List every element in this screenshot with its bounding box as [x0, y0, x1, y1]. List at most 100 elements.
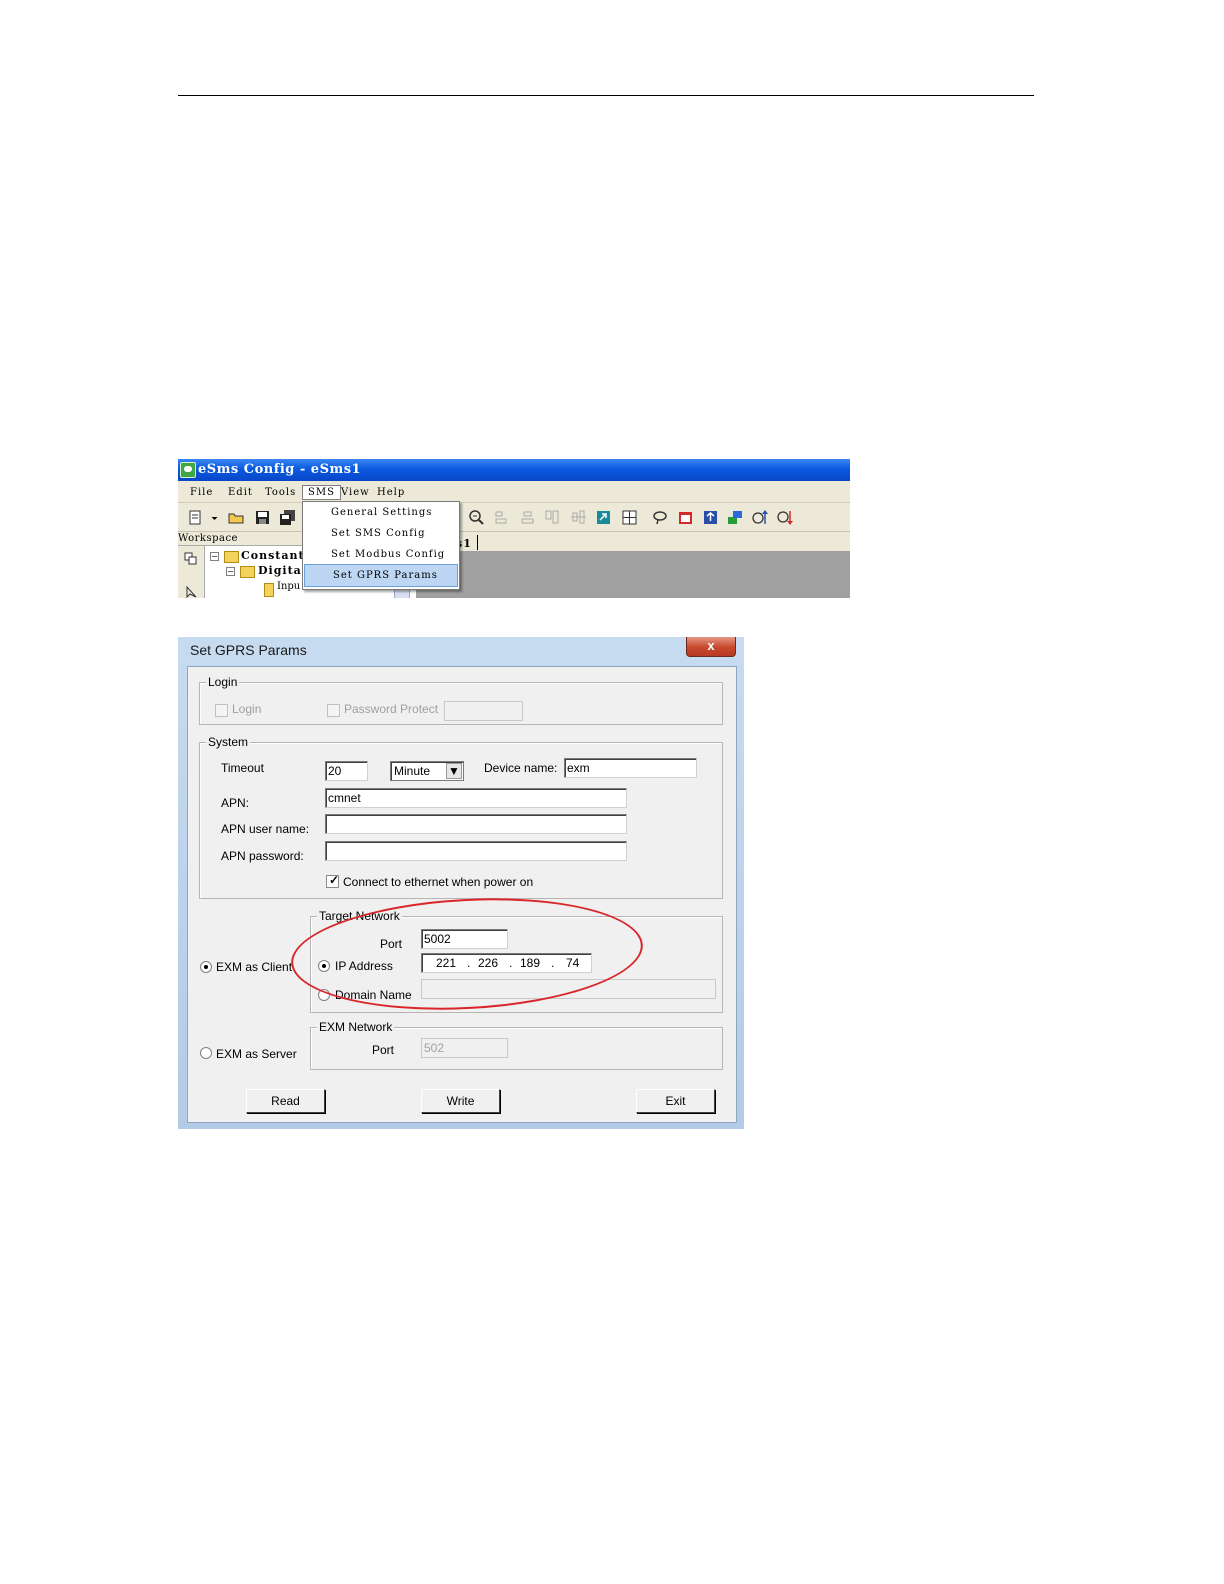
timeout-input[interactable]: 20 — [325, 761, 368, 781]
apn-user-name-input[interactable] — [325, 814, 627, 834]
grid-icon[interactable] — [621, 509, 638, 526]
menu-sms[interactable]: SMS — [302, 485, 341, 500]
collapse-icon[interactable]: − — [210, 552, 219, 561]
read-button[interactable]: Read — [246, 1089, 325, 1113]
system-group-title: System — [206, 735, 251, 749]
zoom-out-icon[interactable] — [468, 509, 485, 526]
radio-dot — [322, 964, 326, 968]
password-protect-label: Password Protect — [344, 702, 439, 716]
login-group-title: Login — [206, 675, 240, 689]
apn-password-input[interactable] — [325, 841, 627, 861]
chevron-down-icon[interactable]: ▼ — [446, 763, 462, 779]
apn-user-name-label: APN user name: — [221, 822, 310, 836]
password-field[interactable] — [444, 701, 523, 721]
document-area — [416, 551, 850, 598]
set-gprs-params-screenshot: Set GPRS Params x Login Login Password P… — [178, 637, 744, 1129]
menu-item-set-modbus-config[interactable]: Set Modbus Config — [303, 544, 459, 565]
input-node-icon — [264, 583, 274, 597]
save-all-icon[interactable] — [279, 509, 296, 526]
esms-config-menu-screenshot: eSms Config - eSms1 File Edit Tools SMS … — [178, 459, 850, 598]
apn-input[interactable]: cmnet — [325, 788, 627, 808]
checkmark-icon: ✓ — [329, 873, 340, 887]
exm-port-input[interactable]: 502 — [421, 1038, 508, 1058]
tree-node-constant[interactable]: Constant — [241, 549, 305, 562]
dropdown-arrow-icon[interactable] — [206, 509, 218, 526]
device-name-label: Device name: — [484, 761, 558, 775]
ip-address-input[interactable]: 221 . 226 . 189 . 74 — [421, 953, 592, 973]
align-left-icon[interactable] — [494, 509, 511, 526]
align-center-icon[interactable] — [519, 509, 536, 526]
menu-edit[interactable]: Edit — [228, 487, 253, 498]
exm-server-label: EXM as Server — [216, 1047, 297, 1061]
close-button[interactable]: x — [686, 637, 736, 657]
window-titlebar: eSms Config - eSms1 — [178, 459, 850, 481]
timeout-label: Timeout — [221, 761, 264, 775]
calendar-icon[interactable] — [677, 509, 694, 526]
exm-client-label: EXM as Client — [216, 960, 293, 974]
message-icon[interactable] — [652, 509, 669, 526]
write-button[interactable]: Write — [421, 1089, 500, 1113]
exm-port-label: Port — [372, 1043, 395, 1057]
domain-name-input[interactable] — [421, 979, 716, 999]
target-network-title: Target Network — [317, 909, 402, 923]
tree-node-digital[interactable]: Digita — [258, 564, 302, 577]
window-title: eSms Config - eSms1 — [198, 462, 362, 477]
ip-octet-3: 189 — [520, 956, 541, 970]
document-tab-strip — [416, 533, 850, 551]
folder-icon — [224, 551, 239, 563]
export-icon[interactable] — [595, 509, 612, 526]
menu-view[interactable]: View — [341, 487, 370, 498]
ip-octet-1: 221 — [436, 956, 457, 970]
menu-item-general-settings[interactable]: General Settings — [303, 502, 459, 523]
align-middle-icon[interactable] — [570, 509, 587, 526]
copy-icon[interactable] — [184, 552, 197, 565]
target-port-label: Port — [380, 937, 403, 951]
collapse-icon[interactable]: − — [226, 567, 235, 576]
login-label: Login — [232, 702, 262, 716]
ip-dot: . — [509, 956, 513, 970]
folder-icon — [240, 566, 255, 578]
dialog-client-area: Login Login Password Protect System Time… — [187, 666, 737, 1123]
workspace-label: Workspace — [178, 533, 238, 544]
ip-address-radio[interactable] — [318, 960, 330, 972]
upload-icon[interactable] — [702, 509, 719, 526]
new-file-icon[interactable] — [187, 509, 204, 526]
menu-item-set-gprs-params[interactable]: Set GPRS Params — [304, 564, 458, 587]
tree-node-input[interactable]: Inpu — [277, 581, 300, 592]
exm-server-radio[interactable] — [200, 1047, 212, 1059]
network-icon[interactable] — [727, 509, 744, 526]
menu-help[interactable]: Help — [377, 487, 405, 498]
apn-password-label: APN password: — [221, 849, 304, 863]
timeout-unit-select[interactable]: Minute ▼ — [390, 761, 464, 781]
dialog-title: Set GPRS Params — [190, 642, 307, 658]
open-folder-icon[interactable] — [228, 509, 245, 526]
menu-item-set-sms-config[interactable]: Set SMS Config — [303, 523, 459, 544]
login-checkbox[interactable] — [215, 704, 228, 717]
connect-ethernet-label: Connect to ethernet when power on — [343, 875, 534, 889]
target-port-input[interactable]: 5002 — [421, 929, 508, 949]
device-name-input[interactable]: exm — [564, 758, 697, 778]
password-protect-checkbox[interactable] — [327, 704, 340, 717]
clock-down-icon[interactable] — [777, 509, 794, 526]
radio-dot — [204, 965, 208, 969]
ip-dot: . — [551, 956, 555, 970]
exm-network-title: EXM Network — [317, 1020, 395, 1034]
menu-tools[interactable]: Tools — [265, 487, 296, 498]
exm-client-radio[interactable] — [200, 961, 212, 973]
save-icon[interactable] — [254, 509, 271, 526]
clock-up-icon[interactable] — [752, 509, 769, 526]
domain-name-radio[interactable] — [318, 989, 330, 1001]
connect-ethernet-checkbox[interactable]: ✓ — [326, 873, 340, 888]
tree-side-toolbar — [178, 546, 205, 598]
menu-file[interactable]: File — [190, 487, 213, 498]
pointer-icon[interactable] — [186, 585, 198, 598]
sms-dropdown-menu: General Settings Set SMS Config Set Modb… — [302, 501, 460, 590]
ip-dot: . — [467, 956, 471, 970]
app-icon — [180, 462, 196, 478]
ip-address-label: IP Address — [335, 959, 393, 973]
align-top-icon[interactable] — [544, 509, 561, 526]
exit-button[interactable]: Exit — [636, 1089, 715, 1113]
ip-octet-4: 74 — [566, 956, 580, 970]
domain-name-label: Domain Name — [335, 988, 412, 1002]
menu-bar: File Edit Tools SMS View Help — [178, 484, 850, 503]
